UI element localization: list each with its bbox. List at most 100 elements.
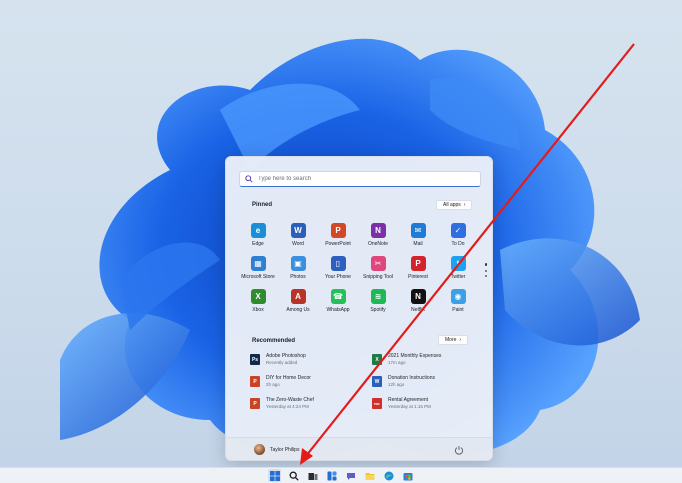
pinned-app-label: Your Phone — [325, 274, 351, 280]
recommended-item[interactable]: P The Zero-Waste Chef Yesterday at 4:24 PM — [250, 397, 372, 419]
pinned-app-among-us[interactable]: A Among Us — [278, 287, 318, 320]
recommended-title: Recommended — [252, 338, 296, 344]
recommended-item-title: DIY for Home Decor — [266, 375, 311, 381]
powerpoint-icon: P — [330, 223, 346, 238]
pinned-app-label: Word — [292, 241, 304, 247]
recommended-item[interactable]: PDF Rental Agreement Yesterday at 1:15 PM — [372, 397, 480, 419]
taskbar-store-button[interactable] — [401, 469, 414, 482]
search-icon — [245, 175, 253, 183]
recommended-item-title: Adobe Photoshop — [266, 353, 306, 359]
pinned-app-label: OneNote — [367, 241, 388, 247]
powerpoint-file-icon: P — [250, 376, 260, 387]
start-icon — [269, 470, 280, 481]
pinned-app-label: Xbox — [252, 307, 264, 313]
recommended-item-subtitle: Yesterday at 1:15 PM — [388, 404, 431, 409]
chat-button[interactable] — [344, 469, 357, 482]
pinned-app-label: PowerPoint — [325, 241, 351, 247]
pinned-app-microsoft-store[interactable]: ▦ Microsoft Store — [238, 254, 278, 287]
among-us-icon: A — [290, 289, 306, 304]
pinned-app-label: Photos — [290, 274, 306, 280]
recommended-item[interactable]: W Donation Instructions 12h ago — [372, 375, 480, 397]
whatsapp-icon: ☎ — [330, 289, 346, 304]
taskbar — [0, 467, 682, 483]
pinned-app-to-do[interactable]: ✓ To Do — [438, 221, 478, 254]
pinterest-icon: P — [410, 256, 426, 271]
widgets-icon — [327, 471, 336, 480]
twitter-icon: t — [450, 256, 466, 271]
pinned-app-netflix[interactable]: N Netflix — [398, 287, 438, 320]
widgets-button[interactable] — [325, 469, 338, 482]
file-explorer-icon — [365, 472, 374, 480]
pinned-app-word[interactable]: W Word — [278, 221, 318, 254]
pinned-app-edge[interactable]: e Edge — [238, 221, 278, 254]
start-footer: Taylor Philips — [226, 437, 492, 460]
pinned-app-label: Twitter — [450, 274, 466, 280]
task-view-button[interactable] — [306, 469, 319, 482]
user-name[interactable]: Taylor Philips — [270, 447, 299, 453]
taskbar-search-button[interactable] — [287, 469, 300, 482]
store-icon: ▦ — [250, 256, 266, 271]
phone-icon: ▯ — [330, 256, 346, 271]
chevron-right-icon: › — [459, 337, 462, 343]
edge-icon — [384, 471, 393, 480]
edge-icon: e — [250, 223, 266, 238]
recommended-grid: Ps Adobe Photoshop Recently added X 2021 Mon… — [250, 353, 480, 419]
pdf-file-icon: PDF — [372, 398, 382, 409]
pinned-app-label: Among Us — [286, 307, 310, 313]
recommended-item-subtitle: 12h ago — [388, 382, 405, 387]
chat-icon — [346, 472, 355, 480]
recommended-item[interactable]: X 2021 Monthly Expenses 17m ago — [372, 353, 480, 375]
word-file-icon: W — [372, 376, 382, 387]
avatar[interactable] — [254, 444, 265, 455]
recommended-item-title: 2021 Monthly Expenses — [388, 353, 442, 359]
recommended-item-subtitle: Recently added — [266, 360, 298, 365]
start-button[interactable] — [268, 469, 281, 482]
all-apps-button[interactable]: All apps › — [436, 200, 473, 210]
pinned-app-spotify[interactable]: ≋ Spotify — [358, 287, 398, 320]
pinned-app-twitter[interactable]: t Twitter — [438, 254, 478, 287]
spotify-icon: ≋ — [370, 289, 386, 304]
pinned-page-indicator[interactable] — [484, 263, 487, 277]
search-icon — [289, 471, 299, 481]
pinned-app-label: Pinterest — [408, 274, 428, 280]
pinned-app-label: Edge — [252, 241, 264, 247]
onenote-icon: N — [370, 223, 386, 238]
pinned-app-mail[interactable]: ✉ Mail — [398, 221, 438, 254]
start-search-box[interactable] — [239, 171, 481, 187]
pinned-app-paint[interactable]: ◉ Paint — [438, 287, 478, 320]
taskbar-edge-button[interactable] — [382, 469, 395, 482]
pinned-app-label: WhatsApp — [326, 307, 350, 313]
recommended-item-title: Donation Instructions — [388, 375, 435, 381]
word-icon: W — [290, 223, 306, 238]
power-icon[interactable] — [454, 445, 464, 455]
pinned-app-your-phone[interactable]: ▯ Your Phone — [318, 254, 358, 287]
pinned-title: Pinned — [252, 202, 273, 208]
paint-icon: ◉ — [450, 289, 466, 304]
all-apps-label: All apps — [443, 202, 461, 208]
pinned-app-photos[interactable]: ▣ Photos — [278, 254, 318, 287]
pinned-app-label: Snipping Tool — [363, 274, 393, 280]
store-icon — [403, 472, 412, 480]
recommended-item[interactable]: P DIY for Home Decor 2h ago — [250, 375, 372, 397]
pinned-app-label: Mail — [413, 241, 423, 247]
pinned-app-xbox[interactable]: X Xbox — [238, 287, 278, 320]
pinned-app-onenote[interactable]: N OneNote — [358, 221, 398, 254]
recommended-item-subtitle: 17m ago — [388, 360, 406, 365]
chevron-right-icon: › — [463, 202, 466, 208]
file-explorer-button[interactable] — [363, 469, 376, 482]
pinned-app-snipping-tool[interactable]: ✂ Snipping Tool — [358, 254, 398, 287]
recommended-item[interactable]: Ps Adobe Photoshop Recently added — [250, 353, 372, 375]
pinned-app-label: Netflix — [411, 307, 425, 313]
task-view-icon — [308, 472, 317, 480]
xbox-icon: X — [250, 289, 266, 304]
more-button[interactable]: More › — [438, 335, 469, 345]
pinned-app-whatsapp[interactable]: ☎ WhatsApp — [318, 287, 358, 320]
pinned-app-pinterest[interactable]: P Pinterest — [398, 254, 438, 287]
photoshop-icon: Ps — [250, 354, 260, 365]
page-dot — [484, 263, 487, 266]
recommended-item-title: The Zero-Waste Chef — [266, 397, 314, 403]
search-input[interactable] — [258, 173, 468, 185]
start-menu: Pinned All apps › e Edge W Word P PowerPoint N… — [225, 156, 493, 461]
pinned-app-powerpoint[interactable]: P PowerPoint — [318, 221, 358, 254]
page-dot — [484, 275, 487, 277]
